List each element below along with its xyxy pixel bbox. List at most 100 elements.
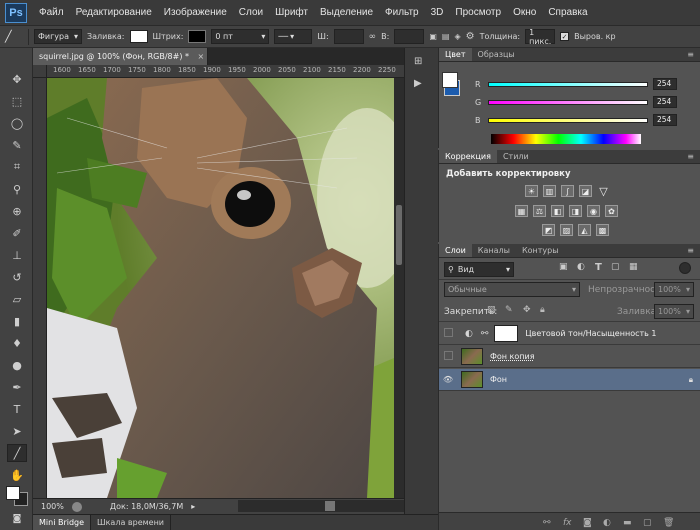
menu-view[interactable]: Просмотр bbox=[449, 0, 507, 26]
new-adjustment-icon[interactable]: ◐ bbox=[603, 518, 611, 528]
clone-stamp-tool-icon[interactable]: ⊥ bbox=[7, 246, 27, 264]
visibility-toggle[interactable] bbox=[439, 328, 457, 339]
brush-tool-icon[interactable]: ✐ bbox=[7, 224, 27, 242]
photo-filter-icon[interactable]: ◉ bbox=[587, 205, 600, 217]
photoshop-logo[interactable]: Ps bbox=[5, 2, 27, 23]
align-edges-checkbox[interactable]: ✓ bbox=[560, 32, 570, 41]
line-tool-icon[interactable]: ╱ bbox=[5, 30, 23, 43]
tab-color[interactable]: Цвет bbox=[439, 48, 472, 61]
stroke-type-select[interactable]: ── ▾ bbox=[274, 29, 313, 44]
marquee-tool-icon[interactable]: ⬚ bbox=[7, 92, 27, 110]
tab-styles[interactable]: Стили bbox=[497, 150, 535, 163]
gradient-tool-icon[interactable]: ▮ bbox=[7, 312, 27, 330]
path-operations-icon[interactable]: ▣ bbox=[429, 32, 437, 41]
quick-select-tool-icon[interactable]: ✎ bbox=[7, 136, 27, 154]
black-white-icon[interactable]: ◨ bbox=[569, 205, 582, 217]
selective-color-icon[interactable]: ▩ bbox=[596, 224, 609, 236]
posterize-icon[interactable]: ▨ bbox=[560, 224, 573, 236]
visibility-toggle[interactable] bbox=[439, 351, 457, 362]
menu-filter[interactable]: Фильтр bbox=[379, 0, 425, 26]
menu-edit[interactable]: Редактирование bbox=[70, 0, 158, 26]
filter-shape-icon[interactable]: ▢ bbox=[611, 262, 620, 272]
filter-adjustment-icon[interactable]: ◐ bbox=[577, 262, 585, 272]
tab-mini-bridge[interactable]: Mini Bridge bbox=[33, 515, 92, 530]
lasso-tool-icon[interactable]: ◯ bbox=[7, 114, 27, 132]
tab-paths[interactable]: Контуры bbox=[516, 244, 565, 257]
trash-icon[interactable]: 🗑︎ bbox=[663, 518, 674, 528]
lock-transparent-icon[interactable]: ▧ bbox=[487, 305, 496, 315]
horizontal-scroll-thumb[interactable] bbox=[325, 501, 335, 511]
info-icon[interactable] bbox=[71, 501, 82, 512]
zoom-level[interactable]: 100% bbox=[41, 502, 64, 511]
gear-icon[interactable]: ⚙ bbox=[466, 31, 475, 42]
invert-icon[interactable]: ◩ bbox=[542, 224, 555, 236]
quick-mask-icon[interactable]: ◙ bbox=[7, 510, 27, 528]
line-tool-icon[interactable]: ╱ bbox=[7, 444, 27, 462]
menu-3d[interactable]: 3D bbox=[425, 0, 450, 26]
pen-tool-icon[interactable]: ✒ bbox=[7, 378, 27, 396]
stroke-width-field[interactable]: 0 пт ▾ bbox=[211, 29, 270, 44]
hue-saturation-icon[interactable]: ◧ bbox=[551, 205, 564, 217]
channel-mixer-icon[interactable]: ✿ bbox=[605, 205, 618, 217]
panel-menu-icon[interactable]: ≡ bbox=[687, 152, 694, 161]
link-layers-icon[interactable]: ⚯ bbox=[543, 518, 551, 528]
color-spectrum-bar[interactable] bbox=[491, 134, 641, 144]
stroke-swatch[interactable] bbox=[188, 30, 207, 43]
status-menu-arrow-icon[interactable]: ▸ bbox=[191, 502, 195, 511]
link-icon[interactable]: ∞ bbox=[369, 32, 377, 42]
history-brush-tool-icon[interactable]: ↺ bbox=[7, 268, 27, 286]
exposure-icon[interactable]: ◪ bbox=[579, 185, 592, 197]
menu-select[interactable]: Выделение bbox=[314, 0, 379, 26]
threshold-icon[interactable]: ◭ bbox=[578, 224, 591, 236]
lock-pixels-icon[interactable]: ✎ bbox=[505, 305, 513, 315]
layer-row-background[interactable]: 👁︎ Фон 🔒︎ bbox=[439, 369, 700, 391]
fill-field[interactable]: 100% ▾ bbox=[654, 304, 694, 319]
document-tab[interactable]: squirrel.jpg @ 100% (Фон, RGB/8#) * × bbox=[33, 48, 208, 65]
lock-position-icon[interactable]: ✥ bbox=[523, 305, 531, 315]
foreground-color-chip[interactable] bbox=[442, 72, 458, 88]
layer-filter-select[interactable]: ⚲ Вид ▾ bbox=[444, 262, 514, 277]
tab-timeline[interactable]: Шкала времени bbox=[91, 515, 171, 530]
height-field[interactable] bbox=[394, 29, 425, 44]
hand-tool-icon[interactable]: ✋ bbox=[7, 466, 27, 484]
tab-layers[interactable]: Слои bbox=[439, 244, 472, 257]
crop-tool-icon[interactable]: ⌗ bbox=[7, 158, 27, 176]
history-panel-icon[interactable]: ⊞ bbox=[414, 56, 422, 67]
vertical-scroll-thumb[interactable] bbox=[396, 205, 402, 265]
width-field[interactable] bbox=[333, 29, 364, 44]
image-canvas[interactable] bbox=[47, 78, 394, 498]
vibrance-icon[interactable]: ▦ bbox=[515, 205, 528, 217]
tab-adjustments[interactable]: Коррекция bbox=[439, 150, 497, 163]
red-value[interactable]: 254 bbox=[653, 78, 677, 90]
move-tool-icon[interactable]: ✥ bbox=[7, 70, 27, 88]
blur-tool-icon[interactable]: ♦ bbox=[7, 334, 27, 352]
close-icon[interactable]: × bbox=[198, 52, 205, 61]
menu-file[interactable]: Файл bbox=[33, 0, 70, 26]
healing-brush-tool-icon[interactable]: ⊕ bbox=[7, 202, 27, 220]
shape-mode-select[interactable]: Фигура ▾ bbox=[34, 29, 82, 44]
filter-type-icon[interactable]: T bbox=[595, 262, 602, 273]
path-arrange-icon[interactable]: ◈ bbox=[454, 32, 460, 41]
layer-name[interactable]: Фон bbox=[490, 375, 507, 384]
path-selection-tool-icon[interactable]: ➤ bbox=[7, 422, 27, 440]
layer-name[interactable]: Фон копия bbox=[490, 352, 535, 361]
layer-name[interactable]: Цветовой тон/Насыщенность 1 bbox=[525, 329, 656, 338]
thickness-field[interactable]: 1 пикс. bbox=[525, 28, 556, 46]
filter-smart-object-icon[interactable]: ▦ bbox=[629, 262, 638, 272]
color-balance-icon[interactable]: ⚖ bbox=[533, 205, 546, 217]
eye-icon[interactable]: 👁︎ bbox=[439, 375, 457, 384]
blend-mode-select[interactable]: Обычные ▾ bbox=[444, 282, 580, 297]
blue-value[interactable]: 254 bbox=[653, 114, 677, 126]
type-tool-icon[interactable]: T bbox=[7, 400, 27, 418]
actions-panel-icon[interactable]: ▶ bbox=[414, 78, 422, 89]
new-group-icon[interactable]: ▬ bbox=[623, 518, 632, 528]
filter-pixel-icon[interactable]: ▣ bbox=[559, 262, 568, 272]
blue-slider[interactable] bbox=[488, 117, 648, 123]
fx-icon[interactable]: fx bbox=[563, 518, 572, 528]
panel-menu-icon[interactable]: ≡ bbox=[687, 50, 694, 59]
horizontal-scrollbar[interactable] bbox=[238, 500, 404, 512]
red-slider[interactable] bbox=[488, 81, 648, 87]
foreground-color-swatch[interactable] bbox=[6, 486, 20, 500]
layer-row-background-copy[interactable]: Фон копия bbox=[439, 346, 700, 368]
menu-layer[interactable]: Слои bbox=[233, 0, 269, 26]
